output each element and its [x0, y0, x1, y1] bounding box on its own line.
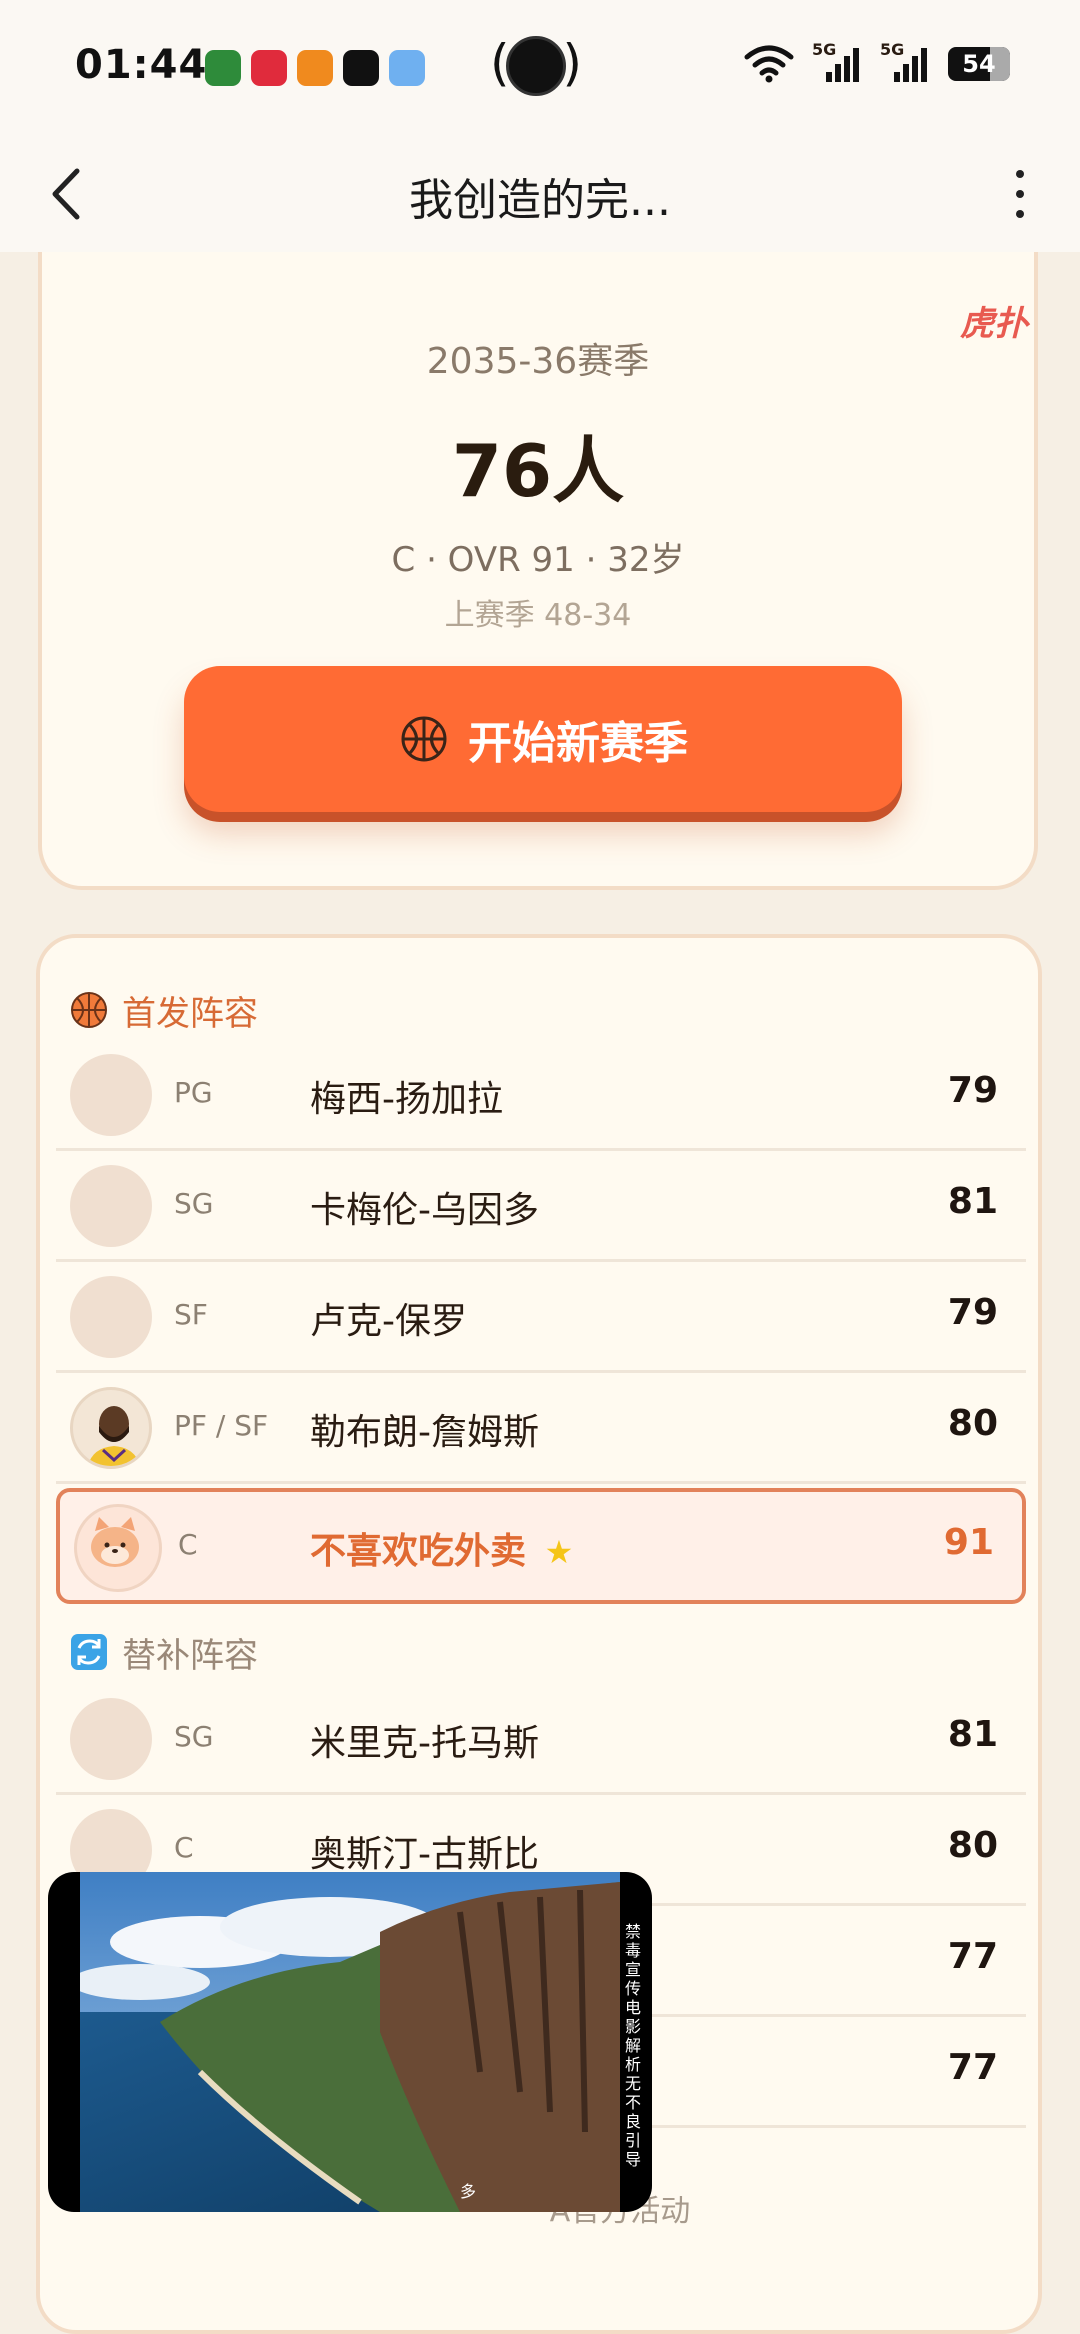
- status-bar: 01:44 ( ) 5G 5G 54: [0, 0, 1080, 140]
- signal-icon: 5G: [812, 40, 862, 84]
- player-row[interactable]: PF / SF 勒布朗-詹姆斯 80: [56, 1373, 1026, 1484]
- player-ovr: 79: [947, 1070, 998, 1111]
- start-button-label: 开始新赛季: [468, 718, 688, 769]
- player-ovr: 81: [947, 1181, 998, 1222]
- player-ovr: 80: [947, 1825, 998, 1866]
- player-photo-avatar: [70, 1387, 152, 1469]
- app-notification-icon: [205, 50, 241, 86]
- player-avatar: [70, 1054, 152, 1136]
- start-new-season-button[interactable]: 开始新赛季: [184, 666, 902, 812]
- player-position: PG: [174, 1076, 213, 1109]
- player-ovr: 77: [947, 2047, 998, 2088]
- player-position: SG: [174, 1187, 214, 1220]
- player-row[interactable]: SG 卡梅伦-乌因多 81: [56, 1151, 1026, 1262]
- weather-icon: [389, 50, 425, 86]
- player-cartoon-avatar: [74, 1504, 162, 1592]
- player-name: 奥斯汀-古斯比: [310, 1834, 539, 1875]
- swap-icon: [71, 1634, 107, 1670]
- player-row-highlighted[interactable]: C 不喜欢吃外卖 ★ 91: [56, 1488, 1026, 1604]
- video-corner-text: 多: [460, 2182, 477, 2201]
- floating-video-player[interactable]: 禁毒宣传 电影解析 无不良引导 多: [48, 1872, 652, 2212]
- player-ovr: 81: [947, 1714, 998, 1755]
- player-row[interactable]: SF 卢克-保罗 79: [56, 1262, 1026, 1373]
- video-side-caption: 禁毒宣传 电影解析 无不良引导: [624, 1922, 641, 2169]
- app-notification-icon: [297, 50, 333, 86]
- more-dot-icon: [1016, 170, 1024, 178]
- player-ovr: 79: [947, 1292, 998, 1333]
- more-dot-icon: [1016, 190, 1024, 198]
- basketball-icon: [71, 992, 107, 1028]
- player-name: 不喜欢吃外卖 ★: [310, 1522, 573, 1574]
- player-position: C: [178, 1528, 198, 1561]
- player-name: 卡梅伦-乌因多: [310, 1190, 539, 1231]
- basketball-icon: [401, 716, 447, 762]
- player-ovr: 91: [943, 1522, 994, 1563]
- player-position: SG: [174, 1720, 214, 1753]
- xiaohongshu-icon: [251, 50, 287, 86]
- team-name: 76人: [451, 429, 625, 513]
- player-ovr: 77: [947, 1936, 998, 1977]
- player-avatar: [70, 1165, 152, 1247]
- season-card: 虎扑 2035-36赛季 76人 C · OVR 91 · 32岁 上赛季 48…: [38, 252, 1038, 890]
- player-name-text: 不喜欢吃外卖: [310, 1531, 527, 1572]
- video-frame: [80, 1872, 620, 2212]
- player-position: C: [174, 1831, 194, 1864]
- more-dot-icon: [1016, 210, 1024, 218]
- notification-icons: [205, 50, 425, 86]
- player-position: PF / SF: [174, 1409, 269, 1442]
- bench-label: 替补阵容: [122, 1635, 258, 1676]
- live-activity-icon: ( ): [490, 34, 582, 100]
- player-ovr: 80: [947, 1403, 998, 1444]
- player-meta: C · OVR 91 · 32岁: [391, 540, 685, 580]
- star-icon: ★: [544, 1533, 574, 1571]
- player-name: 梅西-扬加拉: [310, 1079, 503, 1120]
- player-position: SF: [174, 1298, 208, 1331]
- player-row[interactable]: SG 米里克-托马斯 81: [56, 1684, 1026, 1795]
- player-name: 米里克-托马斯: [310, 1723, 539, 1764]
- player-avatar: [70, 1276, 152, 1358]
- tiktok-icon: [343, 50, 379, 86]
- wifi-icon: [744, 45, 794, 83]
- status-time: 01:44: [75, 42, 208, 88]
- signal-icon: 5G: [880, 40, 930, 84]
- battery-level: 54: [962, 50, 996, 78]
- starters-list: PG 梅西-扬加拉 79 SG 卡梅伦-乌因多 81 SF 卢克-保罗 79 P…: [56, 1040, 1026, 1604]
- player-avatar: [70, 1698, 152, 1780]
- battery-icon: 54: [948, 47, 1010, 81]
- nav-bar: 我创造的完...: [0, 140, 1080, 252]
- player-row[interactable]: PG 梅西-扬加拉 79: [56, 1040, 1026, 1151]
- more-options-button[interactable]: [990, 154, 1050, 234]
- player-name: 卢克-保罗: [310, 1301, 467, 1342]
- starters-label: 首发阵容: [122, 993, 258, 1034]
- starters-header: 首发阵容: [70, 980, 258, 1040]
- last-season-record: 上赛季 48-34: [444, 598, 632, 633]
- player-name: 勒布朗-詹姆斯: [310, 1412, 539, 1453]
- season-label: 2035-36赛季: [426, 341, 650, 382]
- bench-header: 替补阵容: [70, 1622, 258, 1682]
- status-indicators: 5G 5G 54: [744, 40, 1010, 84]
- page-title: 我创造的完...: [409, 175, 671, 226]
